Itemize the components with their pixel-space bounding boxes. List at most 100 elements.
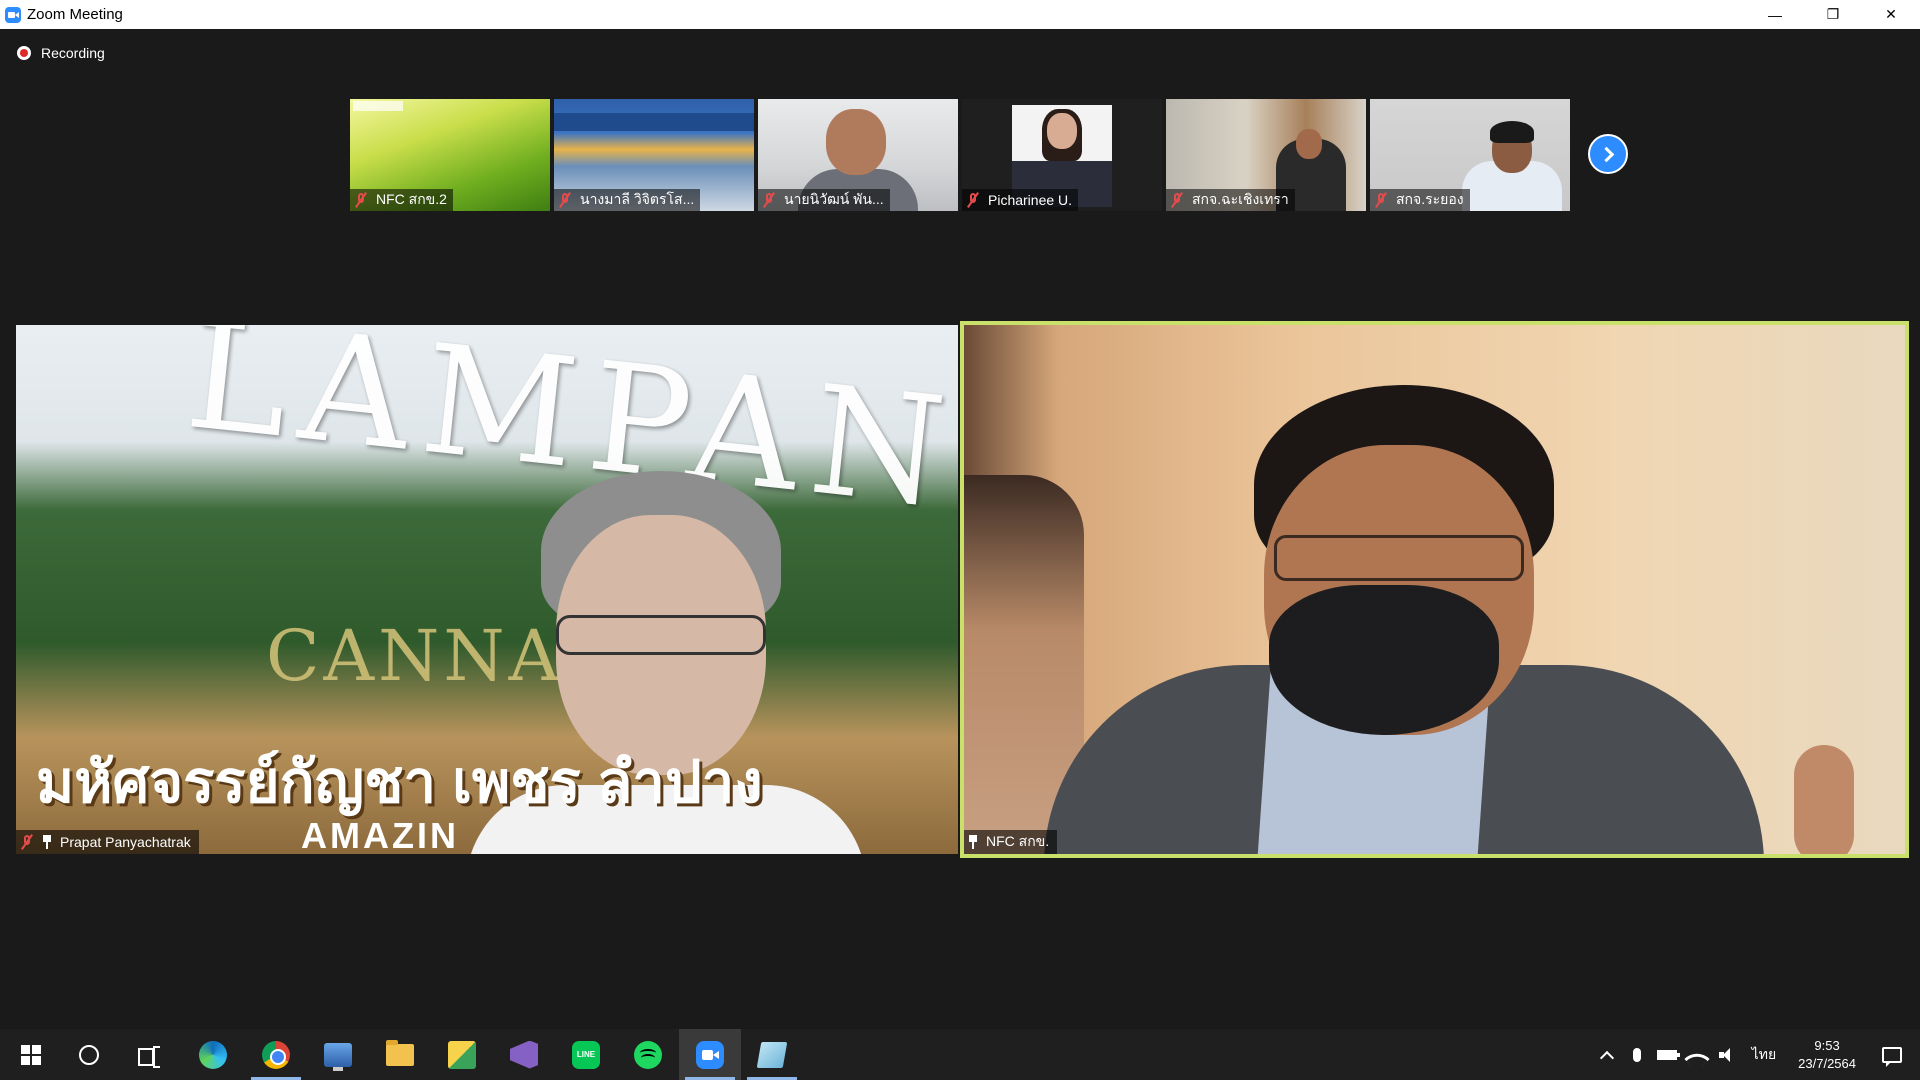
participant-head: [826, 109, 886, 175]
tool-icon: [448, 1040, 476, 1069]
participant-thumbnail[interactable]: NFC สกข.2: [350, 99, 550, 211]
mic-muted-icon: [20, 834, 34, 850]
taskbar-app-spotify[interactable]: [617, 1029, 679, 1080]
close-button[interactable]: ✕: [1862, 0, 1920, 29]
volume-tray-button[interactable]: [1712, 1029, 1742, 1080]
main-video-tile[interactable]: LAMPANG CANNABI มหัศจรรย์กัญชา เพชร ลำปา…: [16, 325, 958, 854]
participant-nameplate: นางมาลี วิจิตรโส...: [554, 189, 701, 211]
speaker-icon: [1718, 1047, 1735, 1063]
participant-name: นางมาลี วิจิตรโส...: [580, 191, 695, 207]
participant-glasses: [1274, 535, 1524, 581]
edge-icon: [199, 1040, 227, 1069]
taskbar-app-chrome[interactable]: [245, 1029, 307, 1080]
participant-thumbnail[interactable]: Picharinee U.: [962, 99, 1162, 211]
taskbar-app-visual-studio[interactable]: [493, 1029, 555, 1080]
battery-icon: [1656, 1049, 1680, 1060]
input-language-indicator[interactable]: ไทย: [1742, 1044, 1786, 1066]
chrome-icon: [262, 1040, 290, 1069]
next-page-button[interactable]: [1588, 134, 1628, 174]
visual-studio-icon: [510, 1040, 538, 1069]
meeting-area: Recording NFC สกข.2 นางมาลี วิจิตรโส... …: [0, 29, 1920, 1029]
participant-thumbnail[interactable]: สกจ.ระยอง: [1370, 99, 1570, 211]
thumbnail-logo: [353, 101, 403, 111]
mic-muted-icon: [762, 192, 776, 208]
participant-name: NFC สกข.: [986, 833, 1050, 849]
notepad-icon: [756, 1041, 788, 1068]
participant-name: Prapat Panyachatrak: [60, 834, 191, 850]
task-view-button[interactable]: [118, 1029, 180, 1080]
participant-nameplate: สกจ.ฉะเชิงเทรา: [1166, 189, 1295, 211]
network-tray-button[interactable]: [1682, 1029, 1712, 1080]
participant-name: นายนิวัฒน์ พัน...: [784, 191, 884, 207]
mic-muted-icon: [966, 192, 980, 208]
taskbar-app-notepad[interactable]: [741, 1029, 803, 1080]
active-speaker-video-tile[interactable]: NFC สกข.: [960, 321, 1909, 858]
window-controls: — ❐ ✕: [1746, 0, 1920, 29]
pin-icon: [968, 835, 978, 849]
title-bar: Zoom Meeting — ❐ ✕: [0, 0, 1920, 29]
chevron-right-icon: [1598, 146, 1614, 162]
show-hidden-icons-button[interactable]: [1592, 1029, 1622, 1080]
clock[interactable]: 9:53 23/7/2564: [1786, 1037, 1868, 1073]
participant-thumbnail[interactable]: สกจ.ฉะเชิงเทรา: [1166, 99, 1366, 211]
participant-hand: [1794, 745, 1854, 854]
participant-nameplate: สกจ.ระยอง: [1370, 189, 1470, 211]
remote-desktop-icon: [324, 1042, 352, 1071]
task-view-icon: [138, 1045, 160, 1068]
search-button[interactable]: [58, 1029, 120, 1080]
participant-hair: [1490, 121, 1534, 143]
participant-nameplate: Prapat Panyachatrak: [16, 830, 199, 854]
chevron-up-icon: [1599, 1050, 1614, 1065]
clock-time: 9:53: [1814, 1037, 1840, 1053]
windows-icon: [21, 1044, 41, 1065]
taskbar-app-remote-desktop[interactable]: [307, 1029, 369, 1080]
taskbar: LINE ไทย 9:53 23/7/2564: [0, 1029, 1920, 1080]
taskbar-app-edge[interactable]: [182, 1029, 244, 1080]
participant-head: [1296, 129, 1322, 159]
participant-nameplate: นายนิวัฒน์ พัน...: [758, 189, 890, 211]
participant-name: Picharinee U.: [988, 192, 1073, 208]
start-button[interactable]: [0, 1029, 62, 1080]
restore-button[interactable]: ❐: [1804, 0, 1862, 29]
microphone-icon: [1632, 1047, 1641, 1062]
thumbnail-banner: [554, 113, 754, 131]
system-tray: ไทย 9:53 23/7/2564: [1592, 1029, 1920, 1080]
pin-icon: [42, 835, 52, 849]
clock-date: 23/7/2564: [1798, 1055, 1856, 1071]
window-title: Zoom Meeting: [27, 6, 123, 23]
participant-nameplate: NFC สกข.: [964, 830, 1058, 854]
participant-name: สกจ.ระยอง: [1396, 191, 1464, 207]
participant-name: สกจ.ฉะเชิงเทรา: [1192, 191, 1289, 207]
record-icon: [17, 46, 31, 60]
cortana-icon: [79, 1044, 99, 1065]
recording-indicator[interactable]: Recording: [17, 45, 105, 61]
taskbar-app-line[interactable]: LINE: [555, 1029, 617, 1080]
microphone-tray-button[interactable]: [1622, 1029, 1652, 1080]
background-sign-english: AMAZIN: [301, 815, 459, 854]
minimize-button[interactable]: —: [1746, 0, 1804, 29]
zoom-app-icon: [5, 6, 21, 23]
participant-mask: [1269, 585, 1499, 735]
recording-label: Recording: [41, 45, 105, 61]
mic-muted-icon: [1170, 192, 1184, 208]
mic-muted-icon: [354, 192, 368, 208]
notification-center-icon[interactable]: [1882, 1046, 1902, 1067]
mic-muted-icon: [558, 192, 572, 208]
line-icon: LINE: [572, 1040, 600, 1069]
zoom-icon: [696, 1040, 724, 1069]
participant-thumbnail[interactable]: นางมาลี วิจิตรโส...: [554, 99, 754, 211]
spotify-icon: [634, 1040, 662, 1069]
participant-thumbnail[interactable]: นายนิวัฒน์ พัน...: [758, 99, 958, 211]
folder-icon: [386, 1039, 414, 1066]
taskbar-app-tool[interactable]: [431, 1029, 493, 1080]
battery-tray-button[interactable]: [1652, 1029, 1682, 1080]
participant-nameplate: Picharinee U.: [962, 189, 1079, 211]
taskbar-app-zoom[interactable]: [679, 1029, 741, 1080]
participant-nameplate: NFC สกข.2: [350, 189, 453, 211]
mic-muted-icon: [1374, 192, 1388, 208]
wifi-icon: [1683, 1045, 1710, 1072]
participant-face: [1047, 113, 1077, 149]
participant-glasses: [556, 615, 766, 655]
participant-name: NFC สกข.2: [376, 191, 447, 207]
taskbar-app-file-explorer[interactable]: [369, 1029, 431, 1080]
